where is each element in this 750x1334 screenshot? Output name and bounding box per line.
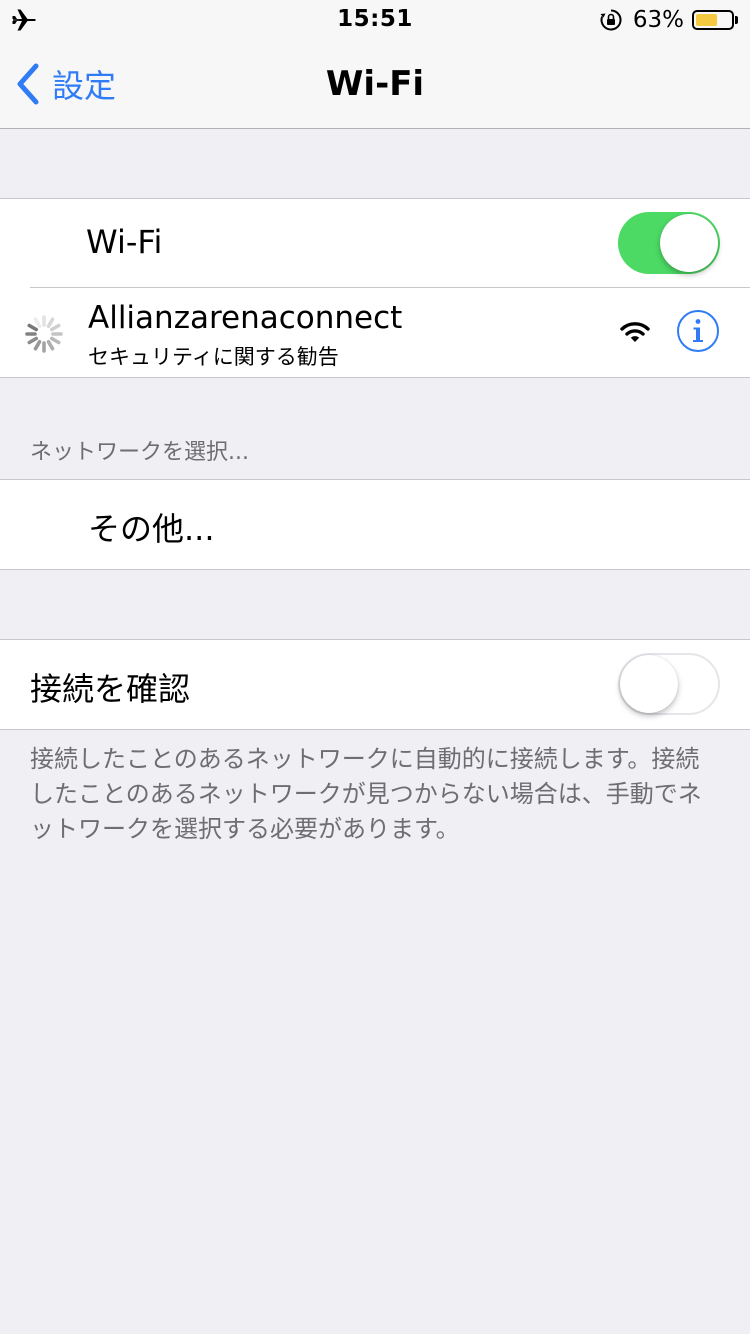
section-header-networks: ネットワークを選択...	[30, 440, 249, 465]
rotation-lock-icon	[600, 9, 622, 31]
ask-to-join-footer: 接続したことのあるネットワークに自動的に接続します。接続したことのあるネットワー…	[30, 745, 702, 843]
other-network-row[interactable]: その他...	[0, 480, 750, 567]
loading-spinner-icon	[25, 315, 63, 353]
current-network-row[interactable]: Allianzarenaconnect セキュリティに関する勧告	[0, 288, 750, 377]
other-network-group: その他...	[0, 479, 750, 570]
ask-to-join-group: 接続を確認	[0, 639, 750, 730]
battery-percentage: 63%	[632, 7, 684, 33]
wifi-label: Wi-Fi	[86, 223, 163, 261]
status-bar: 15:51 63%	[0, 0, 750, 40]
status-right-group: 63%	[599, 6, 738, 34]
toggle-knob	[620, 655, 678, 713]
battery-nub	[735, 16, 738, 24]
network-name: Allianzarenaconnect	[88, 300, 403, 336]
ask-to-join-label: 接続を確認	[30, 670, 191, 708]
network-subtitle: セキュリティに関する勧告	[88, 345, 339, 369]
battery-icon	[692, 10, 734, 30]
ask-to-join-toggle[interactable]	[618, 653, 720, 715]
wifi-toggle-row: Wi-Fi	[0, 199, 750, 287]
wifi-signal-icon	[620, 322, 650, 342]
ask-to-join-row: 接続を確認	[0, 640, 750, 727]
page-title: Wi-Fi	[325, 64, 425, 104]
battery-fill	[696, 14, 717, 26]
wifi-toggle[interactable]	[618, 212, 720, 274]
other-network-label: その他...	[88, 510, 215, 548]
navigation-bar: 設定 Wi-Fi	[0, 40, 750, 129]
info-icon[interactable]	[676, 309, 720, 353]
toggle-knob	[660, 214, 718, 272]
